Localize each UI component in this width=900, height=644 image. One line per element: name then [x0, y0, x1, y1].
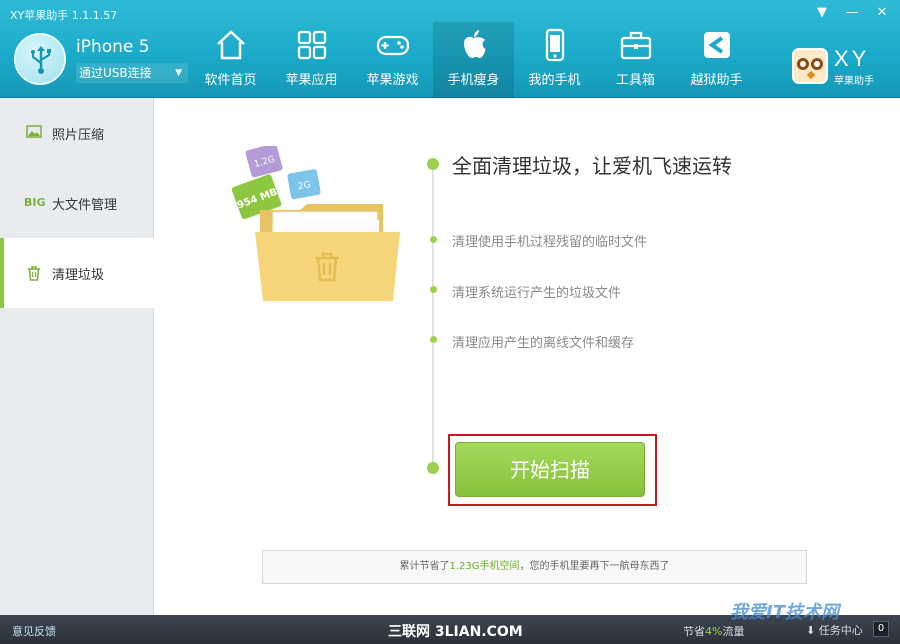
- savings-stats: 累计节省了1.23G手机空间，您的手机里要再下一航母东西了: [262, 550, 807, 584]
- task-center-label: 任务中心: [818, 624, 863, 637]
- nav-label: 软件首页: [204, 73, 257, 88]
- main-content: 954 MB 1.2G 2G 全面清理垃圾，让爱机飞速运转 清理使用手机过程残留…: [155, 98, 900, 615]
- main-nav: 软件首页 苹果应用 苹果游戏 手机瘦身 我的手机 工具箱 越狱助手: [190, 22, 757, 98]
- owl-mascot-icon: [792, 48, 828, 84]
- feature-timeline: [432, 161, 434, 471]
- big-file-icon: BIG: [24, 196, 46, 209]
- home-icon: [217, 30, 245, 60]
- chevron-down-icon: ▼: [175, 68, 182, 78]
- sidebar-item-clean-junk[interactable]: 清理垃圾: [0, 238, 154, 308]
- apple-slim-icon: [463, 30, 486, 58]
- sidebar: 照片压缩 BIG 大文件管理 清理垃圾: [0, 98, 154, 615]
- page-headline: 全面清理垃圾，让爱机飞速运转: [452, 154, 732, 178]
- connection-select[interactable]: 通过USB连接 ▼: [76, 63, 188, 83]
- feedback-link[interactable]: 意见反馈: [12, 623, 56, 639]
- timeline-dot: [430, 336, 437, 343]
- window-controls: ▼ — ✕: [812, 4, 892, 22]
- saved-prefix: 节省: [683, 625, 705, 638]
- brand-logo: XY 苹果助手: [792, 46, 886, 88]
- start-scan-button[interactable]: 开始扫描: [455, 442, 645, 497]
- dropdown-triangle-icon[interactable]: ▼: [812, 4, 832, 22]
- stats-amount: 1.23G手机空间: [449, 561, 520, 572]
- nav-toolbox[interactable]: 工具箱: [595, 22, 676, 98]
- nav-jailbreak[interactable]: 越狱助手: [676, 22, 757, 98]
- timeline-dot: [430, 236, 437, 243]
- sidebar-item-big-files[interactable]: BIG 大文件管理: [0, 168, 154, 238]
- timeline-dot: [430, 286, 437, 293]
- brand-subtitle: 苹果助手: [834, 76, 874, 87]
- timeline-dot: [427, 462, 439, 474]
- close-icon[interactable]: ✕: [872, 4, 892, 22]
- saved-suffix: 流量: [722, 625, 745, 638]
- photo-icon: [26, 125, 42, 138]
- download-arrow-icon: ⬇: [806, 624, 816, 637]
- nav-home[interactable]: 软件首页: [190, 22, 271, 98]
- jailbreak-icon: [704, 32, 730, 58]
- saved-percent: 4%: [705, 625, 723, 638]
- feature-item: 清理应用产生的离线文件和缓存: [452, 336, 635, 351]
- connection-label: 通过USB连接: [79, 66, 152, 80]
- stats-prefix: 累计节省了: [399, 561, 450, 572]
- nav-apple-apps[interactable]: 苹果应用: [271, 22, 352, 98]
- device-name: iPhone 5: [76, 37, 150, 57]
- folder-illustration: 954 MB 1.2G 2G: [231, 146, 400, 301]
- feature-item: 清理使用手机过程残留的临时文件: [452, 235, 648, 250]
- sidebar-item-label: 清理垃圾: [52, 268, 105, 283]
- site-watermark: 三联网 3LIAN.COM: [388, 624, 523, 640]
- nav-phone-slim[interactable]: 手机瘦身: [433, 22, 514, 98]
- nav-label: 我的手机: [528, 73, 581, 88]
- timeline-dot: [427, 158, 439, 170]
- sidebar-item-label: 大文件管理: [52, 198, 118, 213]
- phone-icon: [545, 28, 565, 62]
- nav-apple-games[interactable]: 苹果游戏: [352, 22, 433, 98]
- task-center-button[interactable]: ⬇ 任务中心: [806, 622, 863, 638]
- nav-label: 越狱助手: [690, 73, 743, 88]
- nav-my-phone[interactable]: 我的手机: [514, 22, 595, 98]
- brand-name: XY: [834, 46, 870, 71]
- device-panel: iPhone 5 通过USB连接 ▼: [14, 32, 189, 88]
- corner-watermark: 我爱IT技术网: [730, 602, 839, 623]
- task-count-badge: 0: [873, 621, 889, 637]
- nav-label: 苹果应用: [285, 73, 338, 88]
- feature-item: 清理系统运行产生的垃圾文件: [452, 286, 622, 301]
- window-title: XY苹果助手 1.1.1.57: [10, 9, 118, 22]
- nav-label: 苹果游戏: [366, 73, 419, 88]
- stats-suffix: ，您的手机里要再下一航母东西了: [519, 561, 670, 572]
- sidebar-item-photo-compress[interactable]: 照片压缩: [0, 98, 154, 168]
- nav-label: 工具箱: [615, 73, 655, 88]
- usb-icon: [14, 33, 66, 85]
- sidebar-item-label: 照片压缩: [52, 128, 105, 143]
- trash-icon: [28, 266, 40, 281]
- toolbox-icon: [620, 31, 652, 60]
- minimize-icon[interactable]: —: [842, 4, 862, 22]
- top-header: XY苹果助手 1.1.1.57 ▼ — ✕ iPhone 5 通过USB连接 ▼: [0, 0, 900, 98]
- gamepad-icon: [376, 35, 410, 56]
- apps-grid-icon: [297, 30, 327, 60]
- nav-label: 手机瘦身: [447, 73, 500, 88]
- traffic-saved: 节省4%流量: [683, 623, 744, 639]
